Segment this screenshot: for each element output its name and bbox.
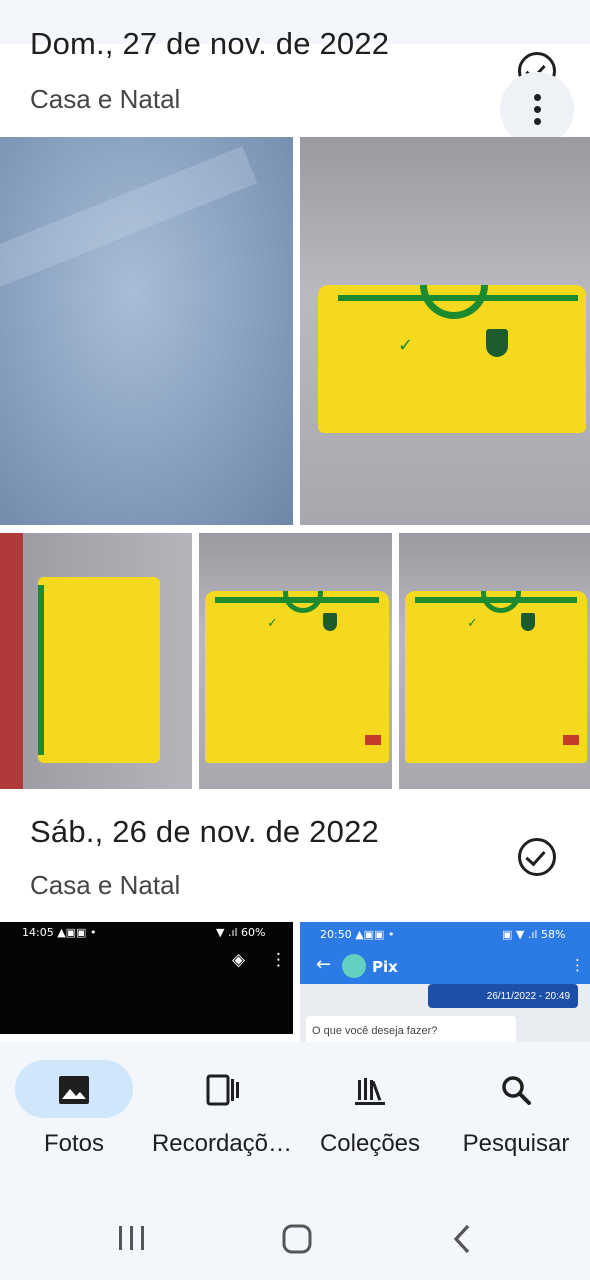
status-time: 14:05 ▲▣▣ •: [22, 926, 97, 939]
back-arrow-icon: ←: [316, 954, 332, 975]
photo-thumbnail[interactable]: ✓: [199, 533, 392, 789]
home-icon[interactable]: [281, 1223, 313, 1255]
nav-label: Coleções: [319, 1130, 421, 1157]
photo-thumbnail[interactable]: ✓: [300, 137, 590, 525]
section-place[interactable]: Casa e Natal: [30, 84, 180, 115]
jersey-image: ✓: [318, 285, 586, 433]
nav-item-photos[interactable]: Fotos: [0, 1060, 148, 1170]
jersey-image: ✓: [405, 591, 587, 763]
back-icon[interactable]: [450, 1223, 474, 1255]
screenshot-thumbnail[interactable]: 20:50 ▲▣▣ • ▣ ▼ .ıl 58% ← Pix ⋮ 26/11/20…: [300, 922, 590, 1044]
nav-label: Recordaçõ…: [151, 1130, 293, 1157]
library-icon: [355, 1078, 385, 1105]
search-icon: [502, 1076, 531, 1105]
nav-item-collections[interactable]: Coleções: [296, 1060, 444, 1170]
nav-label: Fotos: [43, 1130, 105, 1157]
photo-thumbnail[interactable]: ✓: [399, 533, 590, 789]
more-icon: ⋮: [270, 950, 287, 970]
section-date: Dom., 27 de nov. de 2022: [30, 26, 390, 61]
screenshot-thumbnail[interactable]: 14:05 ▲▣▣ • ▼ .ıl 60% ◈ ⋮: [0, 922, 293, 1034]
recent-apps-icon[interactable]: [116, 1224, 148, 1252]
memories-icon: [206, 1074, 239, 1106]
section-place[interactable]: Casa e Natal: [30, 870, 180, 901]
nav-item-search[interactable]: Pesquisar: [442, 1060, 590, 1170]
photo-thumbnail[interactable]: [0, 137, 293, 525]
bottom-navigation: Fotos Recordaçõ… Coleções Pesquisar: [0, 1042, 590, 1280]
pix-message: O que você deseja fazer?: [306, 1016, 516, 1044]
status-time: 20:50 ▲▣▣ •: [320, 928, 395, 941]
photo-icon: [59, 1076, 89, 1104]
status-battery: ▼ .ıl 60%: [216, 926, 266, 939]
nav-label: Pesquisar: [462, 1130, 570, 1157]
tag-icon: ◈: [232, 950, 246, 970]
more-icon: ⋮: [570, 956, 585, 974]
status-battery: ▣ ▼ .ıl 58%: [502, 928, 566, 941]
pix-logo-icon: [342, 954, 366, 978]
select-section-check-icon[interactable]: [518, 838, 556, 876]
pix-title: Pix: [372, 958, 398, 976]
photo-thumbnail[interactable]: [0, 533, 192, 789]
nav-item-memories[interactable]: Recordaçõ…: [148, 1060, 296, 1170]
jersey-image: ✓: [205, 591, 389, 763]
section-date: Sáb., 26 de nov. de 2022: [30, 814, 379, 849]
more-options-button[interactable]: [500, 72, 574, 146]
pix-timestamp: 26/11/2022 - 20:49: [428, 984, 578, 1008]
jersey-image: [38, 577, 160, 763]
